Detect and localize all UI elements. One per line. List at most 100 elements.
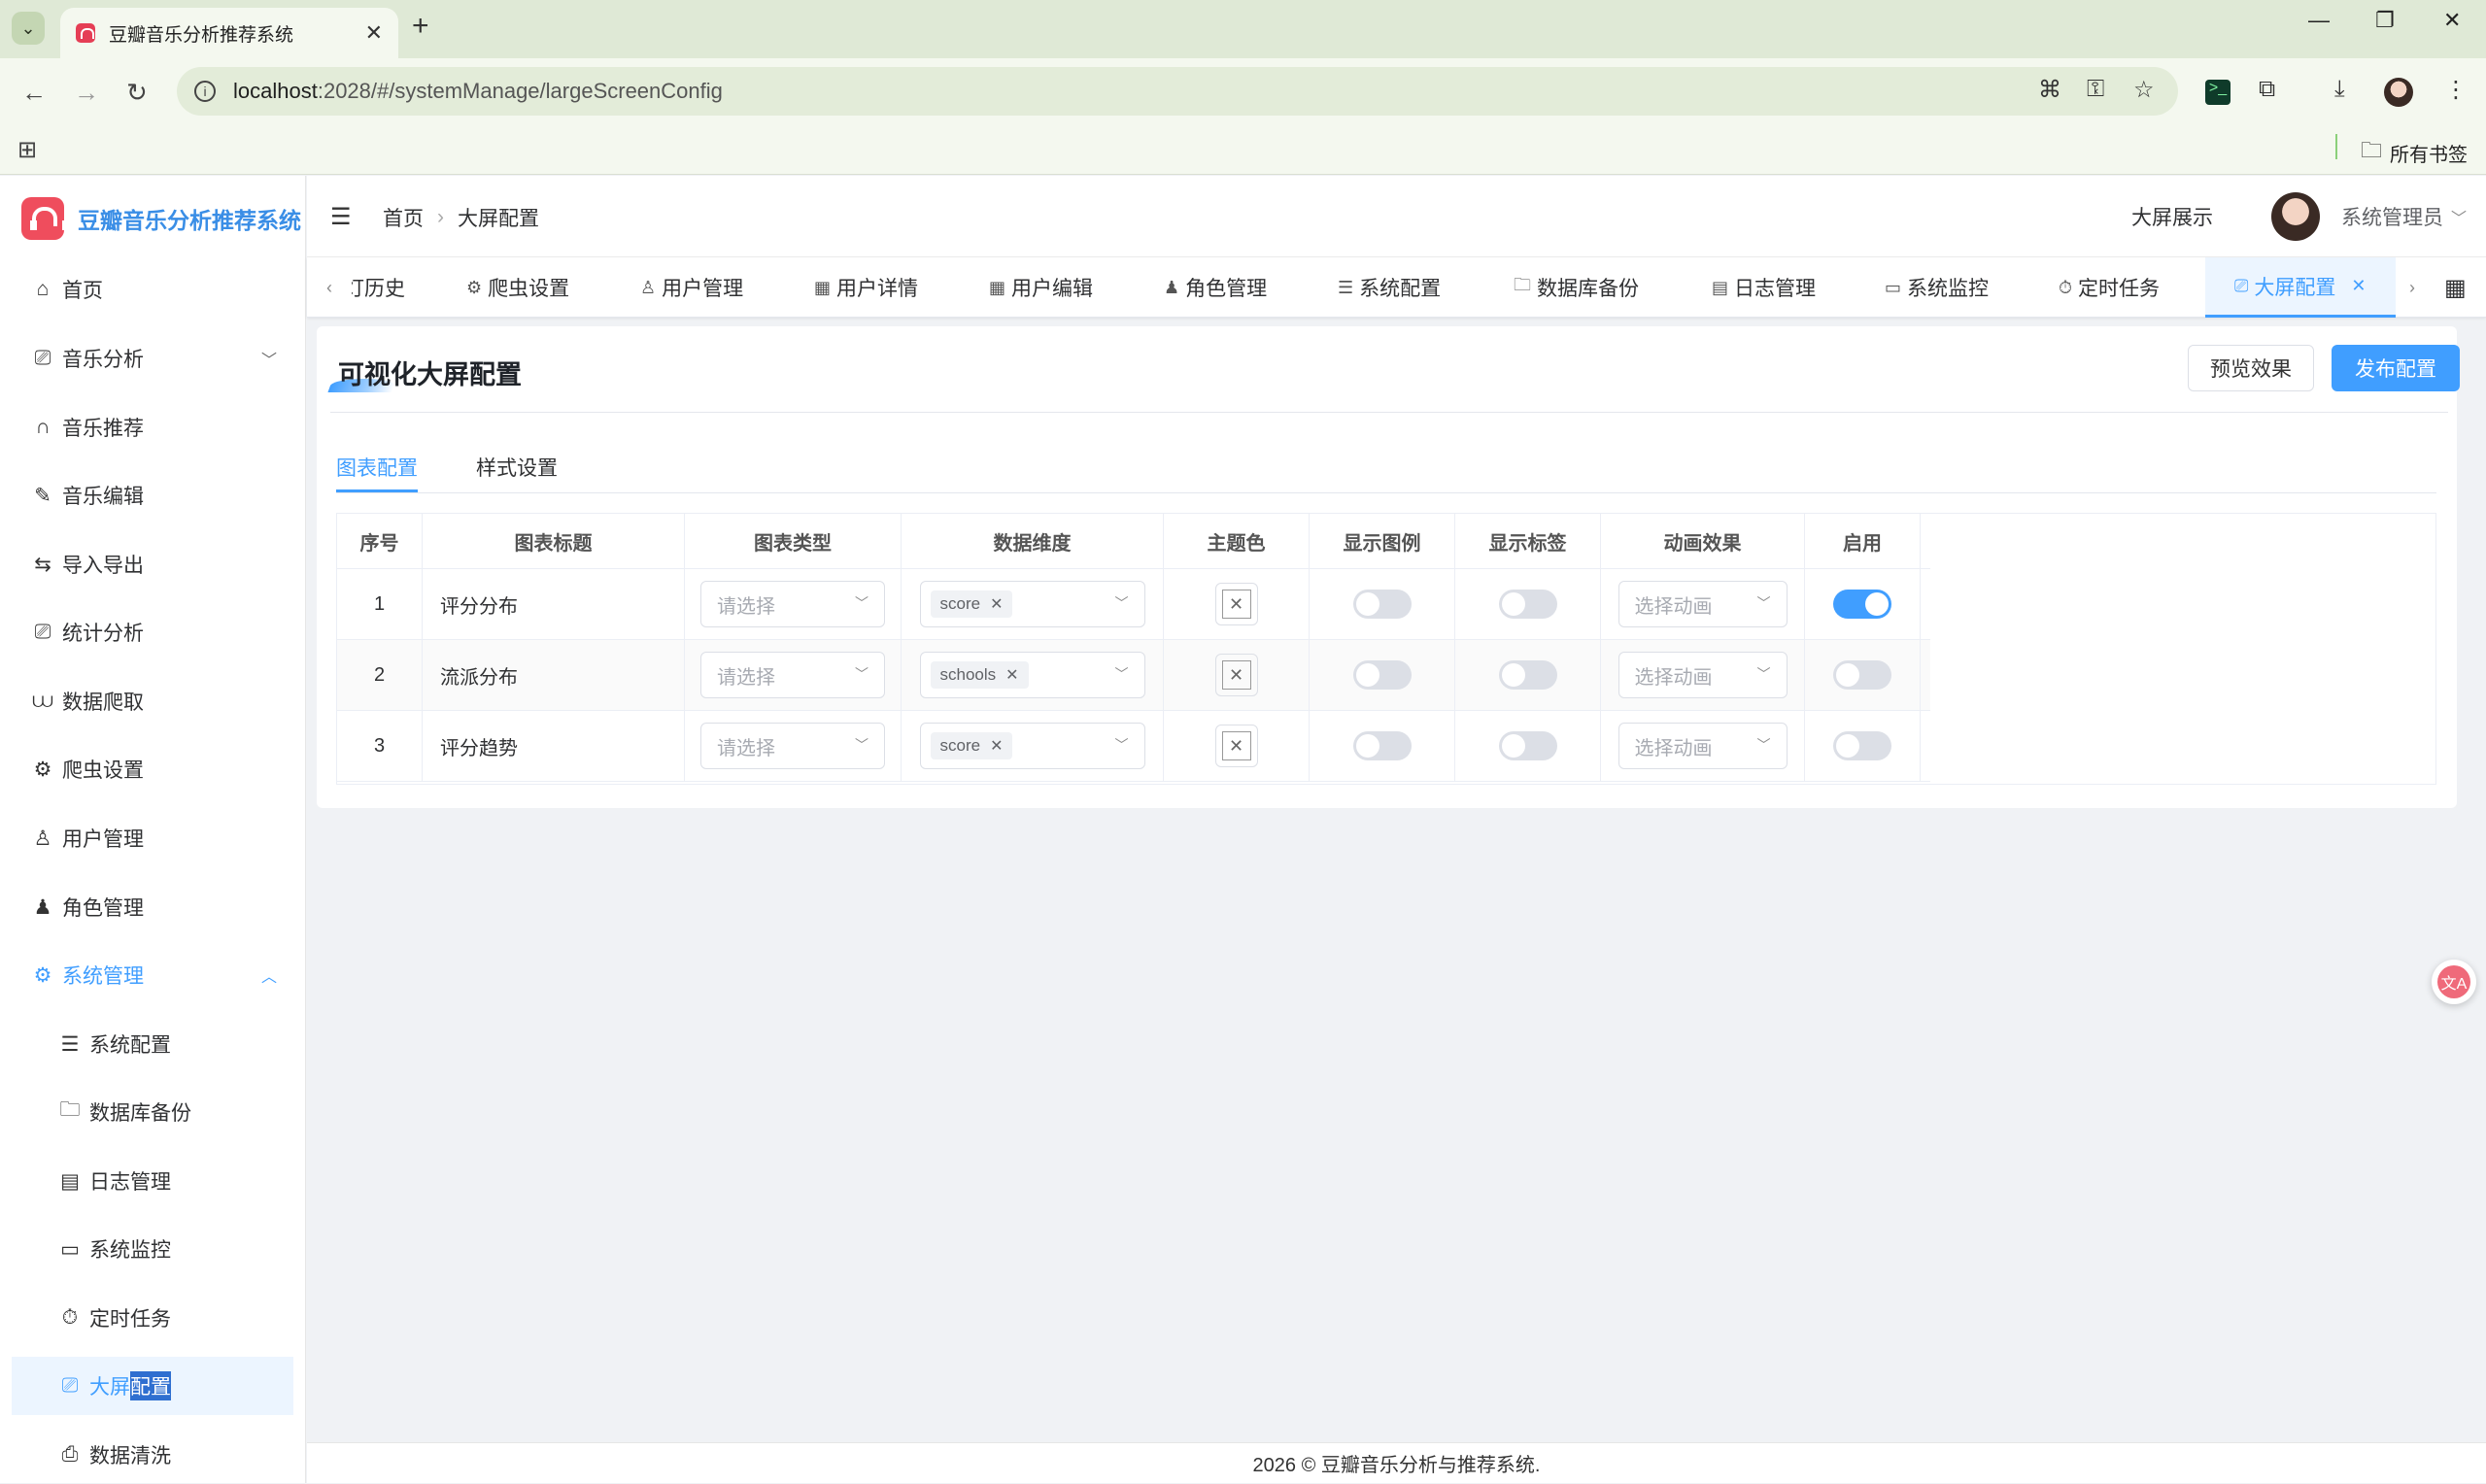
tag-logs[interactable]: ▤ 日志管理 [1712, 257, 1816, 318]
translate-icon[interactable]: ⌘ [2038, 76, 2061, 104]
tag-history[interactable]: 灯历史 [352, 257, 410, 318]
sidebar-subitem-system-config[interactable]: ☰ 系统配置 [0, 1015, 306, 1073]
profile-avatar-icon[interactable] [2384, 78, 2413, 107]
tag-monitor[interactable]: ▭ 系统监控 [1885, 257, 1989, 318]
tag-big-screen-config[interactable]: ⎚ 大屏配置 ✕ [2205, 257, 2396, 318]
tag-user-edit[interactable]: ▦ 用户编辑 [989, 257, 1093, 318]
theme-color-picker[interactable]: ✕ [1214, 725, 1258, 767]
sidebar-item-music-recommend[interactable]: ∩ 音乐推荐 [0, 398, 306, 456]
enable-switch[interactable] [1833, 590, 1891, 619]
extensions-icon[interactable]: ⧉ [2259, 76, 2275, 103]
restore-window-icon[interactable]: ❐ [2375, 8, 2395, 33]
column-header: 启用 [1805, 514, 1921, 568]
chart-type-select[interactable]: 请选择 ﹀ [700, 652, 885, 698]
apps-grid-icon[interactable]: ⊞ [17, 136, 37, 164]
avatar[interactable] [2270, 192, 2320, 241]
browser-tab[interactable]: 豆瓣音乐分析推荐系统 ✕ [60, 8, 398, 58]
sidebar-subitem-monitor[interactable]: ▭ 系统监控 [0, 1220, 306, 1278]
new-tab-button[interactable]: + [412, 10, 429, 43]
reload-icon[interactable]: ↻ [126, 78, 148, 108]
site-info-icon[interactable]: i [194, 81, 216, 102]
breadcrumb: 首页 › 大屏配置 [383, 203, 539, 232]
address-bar[interactable]: i localhost:2028/#/systemManage/largeScr… [177, 67, 2178, 116]
forward-icon[interactable]: → [74, 78, 99, 108]
tag-users[interactable]: ♙ 用户管理 [640, 257, 743, 318]
chevron-down-icon[interactable]: ﹀ [2451, 205, 2467, 228]
browser-menu-icon[interactable]: ⋮ [2444, 76, 2468, 104]
sidebar-item-crawler-settings[interactable]: ⚙ 爬虫设置 [0, 740, 306, 798]
tag-roles[interactable]: ♟ 角色管理 [1164, 257, 1267, 318]
chart-title-cell[interactable]: 流派分布 [423, 640, 685, 710]
sidebar-item-music-edit[interactable]: ✎ 音乐编辑 [0, 466, 306, 524]
close-tab-icon[interactable]: ✕ [365, 20, 383, 46]
sidebar-subitem-big-screen-config[interactable]: ⎚ 大屏 配置 [12, 1357, 293, 1415]
tag-crawler-settings[interactable]: ⚙ 爬虫设置 [466, 257, 569, 318]
sidebar-subitem-scheduled-tasks[interactable]: ⏱ 定时任务 [0, 1289, 306, 1347]
user-name[interactable]: 系统管理员 [2341, 202, 2443, 231]
sidebar-subitem-db-backup[interactable]: 🗀 数据库备份 [0, 1083, 306, 1141]
show-labels-switch[interactable] [1498, 731, 1557, 760]
terminal-extension-icon[interactable]: >_ [2205, 80, 2231, 105]
password-key-icon[interactable]: ⚿ [2087, 76, 2104, 103]
show-legend-switch[interactable] [1352, 731, 1412, 760]
breadcrumb-home[interactable]: 首页 [383, 203, 424, 232]
sidebar-item-crawl[interactable]: ⩊ 数据爬取 [0, 672, 306, 730]
animation-select[interactable]: 选择动画 ﹀ [1618, 652, 1788, 698]
timer-icon: ⏱ [2059, 277, 2073, 297]
sidebar-item-users[interactable]: ♙ 用户管理 [0, 809, 306, 867]
scroll-right-icon[interactable]: › [2409, 257, 2415, 318]
sidebar-item-import-export[interactable]: ⇆ 导入导出 [0, 535, 306, 593]
bookmark-star-icon[interactable]: ☆ [2133, 76, 2155, 104]
tag-system-config[interactable]: ☰ 系统配置 [1338, 257, 1441, 318]
dimension-select[interactable]: score ✕ ﹀ [919, 581, 1145, 627]
tab-search-button[interactable]: ⌄ [12, 12, 45, 45]
enable-switch[interactable] [1833, 660, 1891, 690]
remove-tag-icon[interactable]: ✕ [990, 594, 1003, 614]
sidebar-item-system-manage[interactable]: ⚙ 系统管理 ︿ [0, 946, 306, 1004]
show-labels-switch[interactable] [1498, 590, 1557, 619]
show-legend-switch[interactable] [1352, 660, 1412, 690]
collapse-menu-icon[interactable]: ☰ [330, 203, 352, 231]
tab-style-settings[interactable]: 样式设置 [476, 453, 558, 482]
minimize-window-icon[interactable]: — [2308, 8, 2330, 33]
tag-scheduled-tasks[interactable]: ⏱ 定时任务 [2059, 257, 2160, 318]
close-tag-icon[interactable]: ✕ [2351, 276, 2366, 296]
show-legend-switch[interactable] [1352, 590, 1412, 619]
sidebar-item-label: 统计分析 [62, 623, 144, 645]
tab-chart-config[interactable]: 图表配置 [336, 453, 418, 482]
floating-translate-button[interactable]: 文A [2432, 960, 2476, 1004]
download-icon[interactable]: ⤓ [2334, 76, 2345, 103]
animation-select[interactable]: 选择动画 ﹀ [1618, 723, 1788, 769]
remove-tag-icon[interactable]: ✕ [990, 736, 1003, 756]
app-logo[interactable]: 豆瓣音乐分析推荐系统 [21, 197, 301, 240]
theme-color-picker[interactable]: ✕ [1214, 583, 1258, 625]
chart-title-cell[interactable]: 评分分布 [423, 569, 685, 639]
tag-user-detail[interactable]: ▦ 用户详情 [814, 257, 918, 318]
close-window-icon[interactable]: ✕ [2443, 8, 2461, 33]
animation-select[interactable]: 选择动画 ﹀ [1618, 581, 1788, 627]
dimension-select[interactable]: score ✕ ﹀ [919, 723, 1145, 769]
dimension-select[interactable]: schools ✕ ﹀ [919, 652, 1145, 698]
remove-tag-icon[interactable]: ✕ [1005, 665, 1018, 685]
show-labels-switch[interactable] [1498, 660, 1557, 690]
sidebar-item-statistics[interactable]: ⎚ 统计分析 [0, 603, 306, 661]
back-icon[interactable]: ← [21, 78, 47, 108]
big-screen-link[interactable]: 大屏展示 [2131, 202, 2213, 231]
chevron-up-icon: ︿ [260, 969, 277, 986]
enable-switch[interactable] [1833, 731, 1891, 760]
scroll-left-icon[interactable]: ‹ [326, 257, 332, 318]
preview-button[interactable]: 预览效果 [2188, 345, 2314, 391]
sidebar-item-music-analysis[interactable]: ⎚ 音乐分析 ﹀ [0, 329, 306, 388]
sidebar-subitem-data-clean[interactable]: ⎙ 数据清洗 [0, 1426, 306, 1484]
tags-menu-grid-icon[interactable]: ▦ [2444, 257, 2467, 318]
chart-type-select[interactable]: 请选择 ﹀ [700, 723, 885, 769]
tag-db-backup[interactable]: 🗀 数据库备份 [1514, 257, 1639, 318]
chart-title-cell[interactable]: 评分趋势 [423, 711, 685, 781]
publish-button[interactable]: 发布配置 [2332, 345, 2460, 391]
chart-type-select[interactable]: 请选择 ﹀ [700, 581, 885, 627]
theme-color-picker[interactable]: ✕ [1214, 654, 1258, 696]
sidebar-item-roles[interactable]: ♟ 角色管理 [0, 878, 306, 936]
sidebar-subitem-logs[interactable]: ▤ 日志管理 [0, 1152, 306, 1210]
all-bookmarks-button[interactable]: 🗀 所有书签 [2361, 134, 2468, 171]
sidebar-item-home[interactable]: ⌂ 首页 [0, 260, 306, 319]
